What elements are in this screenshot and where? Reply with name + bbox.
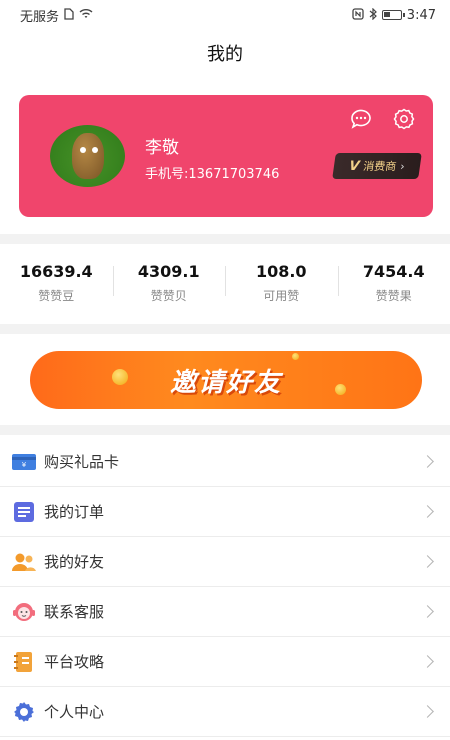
section-divider (0, 425, 450, 435)
gift-card-icon: ¥ (12, 451, 36, 473)
vip-badge-label: 消费商 (362, 160, 398, 173)
stat-value: 16639.4 (19, 262, 93, 281)
menu-item-platform-guide[interactable]: 平台攻略 (0, 637, 450, 687)
stat-value: 108.0 (255, 262, 307, 281)
status-bar: 无服务 3:47 (0, 0, 450, 30)
guide-icon (12, 651, 36, 673)
stat-zanzanguo[interactable]: 7454.4 赞赞果 (337, 252, 450, 314)
customer-service-icon (12, 601, 36, 623)
avatar-eye (92, 147, 98, 153)
stat-keyongzan[interactable]: 108.0 可用赞 (225, 252, 338, 314)
friends-icon (12, 551, 36, 573)
chevron-right-icon (421, 455, 434, 468)
svg-text:¥: ¥ (22, 461, 27, 469)
menu-item-my-friends[interactable]: 我的好友 (0, 537, 450, 587)
chevron-right-icon (421, 655, 434, 668)
menu-item-buy-gift-card[interactable]: ¥ 购买礼品卡 (0, 437, 450, 487)
sim-icon (64, 7, 74, 23)
coin-icon (112, 369, 128, 385)
avatar[interactable] (50, 125, 125, 187)
section-divider (0, 324, 450, 334)
nfc-icon (352, 7, 364, 23)
battery-level (383, 12, 390, 17)
stat-zanzanbei[interactable]: 4309.1 赞赞贝 (112, 252, 226, 314)
stats-row: 16639.4 赞赞豆 4309.1 赞赞贝 108.0 可用赞 7454.4 … (0, 252, 450, 314)
stat-label: 赞赞果 (375, 289, 412, 303)
menu-item-personal-center[interactable]: 个人中心 (0, 687, 450, 737)
chevron-right-icon (421, 705, 434, 718)
chevron-right-icon: › (399, 159, 406, 173)
page-title: 我的 (207, 44, 243, 65)
coin-icon (335, 384, 346, 395)
section-divider (0, 234, 450, 244)
chevron-right-icon (421, 505, 434, 518)
settings-icon[interactable] (392, 107, 416, 131)
chevron-right-icon (421, 605, 434, 618)
stat-value: 4309.1 (137, 262, 200, 281)
menu-item-label: 我的好友 (44, 553, 105, 571)
user-name: 李敬 (145, 138, 179, 158)
order-icon (12, 501, 36, 523)
vip-badge-prefix: V (348, 158, 361, 174)
message-icon[interactable] (349, 107, 373, 131)
clock-text: 3:47 (406, 7, 436, 23)
carrier-text: 无服务 (20, 9, 60, 25)
stat-zanzandou[interactable]: 16639.4 赞赞豆 (0, 252, 113, 314)
menu-item-my-orders[interactable]: 我的订单 (0, 487, 450, 537)
stat-label: 赞赞豆 (38, 289, 75, 303)
menu-item-label: 我的订单 (44, 503, 105, 521)
menu-item-label: 个人中心 (44, 703, 105, 721)
stat-label: 赞赞贝 (150, 289, 187, 303)
menu-item-label: 平台攻略 (44, 653, 105, 671)
invite-banner-text: 邀请好友 (169, 367, 282, 398)
user-phone: 手机号:13671703746 (145, 167, 280, 182)
coin-icon (292, 353, 299, 360)
stat-label: 可用赞 (263, 289, 300, 303)
chevron-right-icon (421, 555, 434, 568)
wifi-icon (79, 8, 93, 22)
menu-list: ¥ 购买礼品卡 我的订单 我的好友 联系客服 平台攻略 个人中心 (0, 437, 450, 737)
menu-item-contact-support[interactable]: 联系客服 (0, 587, 450, 637)
profile-card[interactable]: 李敬 手机号:13671703746 V 消费商 › (19, 95, 433, 217)
stat-value: 7454.4 (362, 262, 425, 281)
invite-friends-banner[interactable]: 邀请好友 (30, 351, 422, 409)
bluetooth-icon (369, 7, 377, 23)
vip-badge[interactable]: V 消费商 › (332, 153, 422, 179)
personal-center-icon (12, 701, 36, 723)
avatar-image (72, 133, 104, 179)
menu-item-label: 联系客服 (44, 603, 105, 621)
menu-item-label: 购买礼品卡 (44, 453, 120, 471)
avatar-eye (80, 147, 86, 153)
battery-icon (381, 10, 405, 20)
